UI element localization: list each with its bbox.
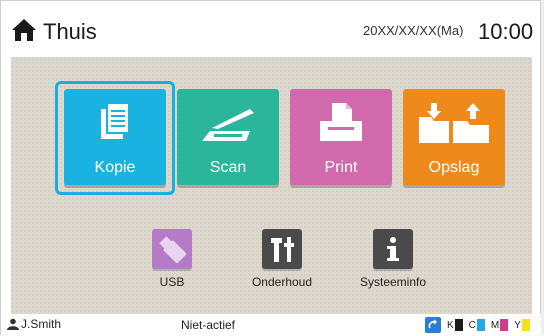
header: Thuis 20XX/XX/XX(Ma) 10:00 [1,1,542,57]
home-icon[interactable] [11,17,37,43]
scanner-icon [202,109,254,141]
opslag-label: Opslag [428,159,480,176]
usb-label: USB [159,275,185,289]
app-grid: Kopie Scan Print Opslag USB Onderhoud Sy… [11,57,532,314]
ink-c-bar [476,319,485,331]
usb-stick-icon [159,236,187,264]
ink-k-bar [454,319,463,331]
print-tile[interactable]: Print [290,89,392,185]
printer-icon [320,103,362,141]
ink-k-label: K [447,319,454,331]
ink-y-label: Y [514,319,521,331]
user-name: J.Smith [21,317,62,331]
ink-c-label: C [468,319,476,331]
usb-button[interactable] [152,229,192,269]
ink-m-label: M [490,319,500,331]
scan-label: Scan [209,159,247,176]
time-display: 10:00 [478,19,534,44]
onderhoud-button[interactable] [262,229,302,269]
date-display: 20XX/XX/XX(Ma) [363,23,464,38]
kopie-tile[interactable]: Kopie [64,89,166,185]
folder-storage-icon [419,103,489,143]
status-bar: J.Smith Niet-actief K C M Y [1,314,542,336]
kopie-label: Kopie [94,159,136,176]
page-title: Thuis [43,19,97,44]
scan-tile[interactable]: Scan [177,89,279,185]
printer-status: Niet-actief [181,318,236,332]
ink-levels[interactable]: K C M Y [425,317,530,333]
opslag-tile[interactable]: Opslag [403,89,505,185]
user-info[interactable]: J.Smith [7,317,61,331]
systeeminfo-button[interactable] [373,229,413,269]
user-icon [7,318,19,330]
copy-document-icon [101,102,130,139]
ink-y-bar [521,319,530,331]
print-label: Print [324,159,358,176]
ink-m-bar [500,319,509,331]
screen-frame: Thuis 20XX/XX/XX(Ma) 10:00 Kopie Scan Pr… [0,0,542,336]
info-icon [387,237,399,261]
onderhoud-label: Onderhoud [251,275,313,289]
tools-icon [271,237,294,262]
refresh-icon [425,317,441,333]
systeeminfo-label: Systeeminfo [359,275,427,289]
